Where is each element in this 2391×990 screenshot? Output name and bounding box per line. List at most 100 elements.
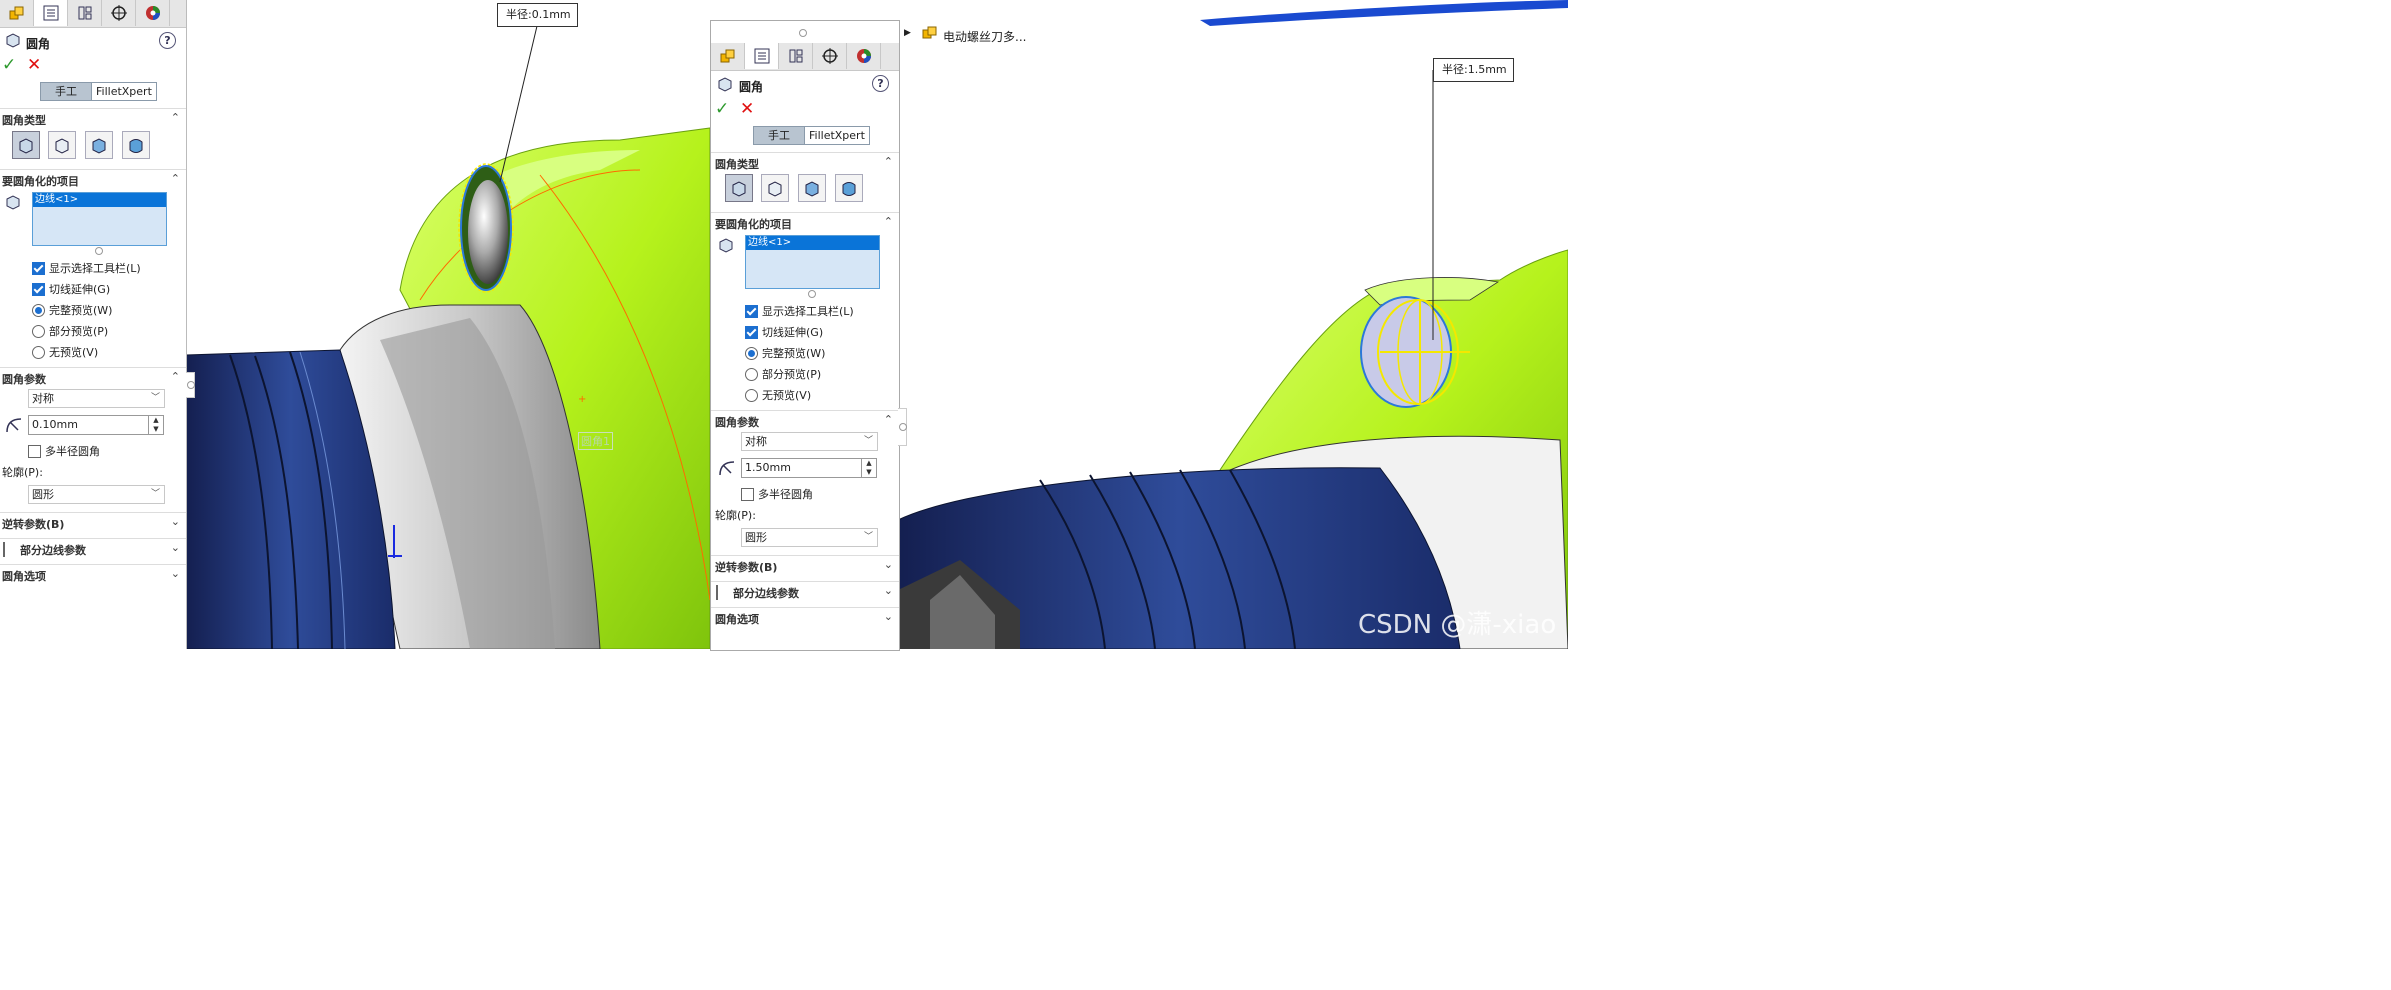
tangent-propagation-checkbox[interactable]: 切线延伸(G) [745, 324, 823, 340]
items-to-fillet-header[interactable]: 要圆角化的项目 ⌃ [0, 169, 186, 190]
tab-feature-manager[interactable] [0, 0, 34, 26]
partial-edge-checkbox[interactable] [716, 585, 718, 600]
spin-buttons[interactable]: ▲ ▼ [861, 459, 876, 477]
chevron-down-icon[interactable]: ⌄ [884, 610, 893, 623]
setback-params-header[interactable]: 逆转参数(B) ⌄ [0, 512, 186, 533]
full-round-fillet-button[interactable] [122, 131, 150, 159]
chevron-up-icon[interactable]: ⌃ [884, 413, 893, 426]
display-manager-icon [145, 6, 160, 20]
tab-manual[interactable]: 手工 [754, 127, 805, 144]
face-fillet-button[interactable] [798, 174, 826, 202]
profile-label: 轮廓(P): [715, 509, 756, 522]
manager-tabs [711, 43, 899, 71]
cancel-button[interactable]: ✕ [740, 101, 754, 118]
show-selection-toolbar-checkbox[interactable]: 显示选择工具栏(L) [745, 303, 854, 319]
fillet-method-select[interactable]: 对称 ﹀ [741, 432, 878, 451]
fillet-options-header[interactable]: 圆角选项 ⌄ [0, 564, 186, 585]
partial-edge-params-header[interactable]: 部分边线参数 ⌄ [711, 581, 899, 602]
help-button[interactable]: ? [872, 75, 889, 92]
chevron-down-icon[interactable]: ⌄ [884, 558, 893, 571]
section-title: 圆角参数 [715, 416, 759, 429]
chevron-up-icon[interactable]: ⌃ [884, 155, 893, 168]
left-model: + [185, 25, 711, 649]
chevron-up-icon[interactable]: ⌃ [171, 172, 180, 185]
cancel-button[interactable]: ✕ [27, 57, 41, 74]
tab-dimxpert[interactable] [813, 43, 847, 69]
help-button[interactable]: ? [159, 32, 176, 49]
tab-configuration-manager[interactable] [779, 43, 813, 69]
tab-feature-manager[interactable] [711, 43, 745, 69]
fillet-options-header[interactable]: 圆角选项 ⌄ [711, 607, 899, 628]
tab-filletxpert[interactable]: FilletXpert [805, 127, 869, 144]
face-fillet-button[interactable] [85, 131, 113, 159]
input-value: 1.50mm [745, 461, 791, 474]
no-preview-radio[interactable]: 无预览(V) [745, 387, 811, 403]
partial-edge-params-header[interactable]: 部分边线参数 ⌄ [0, 538, 186, 559]
chevron-up-icon[interactable]: ⌃ [171, 111, 180, 124]
fillet-type-header[interactable]: 圆角类型 ⌃ [0, 108, 186, 129]
chevron-down-icon[interactable]: ⌄ [171, 541, 180, 554]
variable-radius-fillet-button[interactable] [761, 174, 789, 202]
constant-radius-fillet-button[interactable] [725, 174, 753, 202]
tab-configuration-manager[interactable] [68, 0, 102, 26]
ok-button[interactable]: ✓ [715, 101, 729, 118]
radius-input[interactable]: 1.50mm ▲ ▼ [741, 458, 877, 478]
ok-button[interactable]: ✓ [2, 57, 16, 74]
partial-edge-checkbox[interactable] [3, 542, 5, 557]
full-round-fillet-button[interactable] [835, 174, 863, 202]
panel-splitter-left[interactable] [186, 372, 195, 398]
spin-buttons[interactable]: ▲ ▼ [148, 416, 163, 434]
fillet-method-select[interactable]: 对称 ﹀ [28, 389, 165, 408]
full-preview-radio[interactable]: 完整预览(W) [745, 345, 825, 361]
profile-select[interactable]: 圆形 ﹀ [28, 485, 165, 504]
tab-dimxpert[interactable] [102, 0, 136, 26]
no-preview-radio[interactable]: 无预览(V) [32, 344, 98, 360]
setback-params-header[interactable]: 逆转参数(B) ⌄ [711, 555, 899, 576]
multi-radius-checkbox[interactable]: 多半径圆角 [28, 443, 100, 459]
items-listbox[interactable]: 边线<1> [745, 235, 880, 289]
chevron-down-icon[interactable]: ⌄ [884, 584, 893, 597]
fillet-type-header[interactable]: 圆角类型 ⌃ [711, 152, 899, 173]
option-label: 完整预览(W) [762, 347, 826, 360]
variable-radius-fillet-button[interactable] [48, 131, 76, 159]
option-label: 部分预览(P) [762, 368, 822, 381]
tangent-propagation-checkbox[interactable]: 切线延伸(G) [32, 281, 110, 297]
partial-preview-radio[interactable]: 部分预览(P) [32, 323, 108, 339]
feature-tree-strip: ▶ 电动螺丝刀多... [898, 22, 1568, 50]
tab-property-manager[interactable] [34, 0, 68, 26]
full-preview-radio[interactable]: 完整预览(W) [32, 302, 112, 318]
chevron-down-icon[interactable]: ⌄ [171, 567, 180, 580]
radius-callout-right[interactable]: 半径:1.5mm [1433, 58, 1514, 82]
tab-filletxpert[interactable]: FilletXpert [92, 83, 156, 100]
chevron-up-icon[interactable]: ⌃ [171, 370, 180, 383]
panel-top-handle[interactable] [799, 29, 807, 37]
tree-node-label[interactable]: 电动螺丝刀多... [943, 28, 1026, 45]
list-item[interactable]: 边线<1> [746, 236, 879, 250]
option-label: 切线延伸(G) [762, 326, 824, 339]
constant-radius-fillet-button[interactable] [12, 131, 40, 159]
items-listbox[interactable]: 边线<1> [32, 192, 167, 246]
tab-display-manager[interactable] [847, 43, 881, 69]
resize-handle[interactable] [808, 290, 816, 298]
radius-input[interactable]: 0.10mm ▲ ▼ [28, 415, 164, 435]
tab-manual[interactable]: 手工 [41, 83, 92, 100]
fillet-params-header[interactable]: 圆角参数 ⌃ [0, 367, 186, 388]
multi-radius-checkbox[interactable]: 多半径圆角 [741, 486, 813, 502]
select-value: 圆形 [32, 488, 54, 501]
chevron-up-icon[interactable]: ⌃ [884, 215, 893, 228]
radius-callout-left[interactable]: 半径:0.1mm [497, 3, 578, 27]
show-selection-toolbar-checkbox[interactable]: 显示选择工具栏(L) [32, 260, 141, 276]
chevron-down-icon[interactable]: ⌄ [171, 515, 180, 528]
resize-handle[interactable] [95, 247, 103, 255]
expand-arrow-icon[interactable]: ▶ [904, 28, 911, 38]
panel-splitter-right[interactable] [898, 408, 907, 446]
list-item[interactable]: 边线<1> [33, 193, 166, 207]
profile-select[interactable]: 圆形 ﹀ [741, 528, 878, 547]
tab-display-manager[interactable] [136, 0, 170, 26]
partial-preview-radio[interactable]: 部分预览(P) [745, 366, 821, 382]
items-to-fillet-header[interactable]: 要圆角化的项目 ⌃ [711, 212, 899, 233]
fillet-params-header[interactable]: 圆角参数 ⌃ [711, 410, 899, 431]
tab-property-manager[interactable] [745, 43, 779, 69]
option-label: 显示选择工具栏(L) [762, 305, 854, 318]
panel-title: 圆角 [739, 80, 764, 94]
